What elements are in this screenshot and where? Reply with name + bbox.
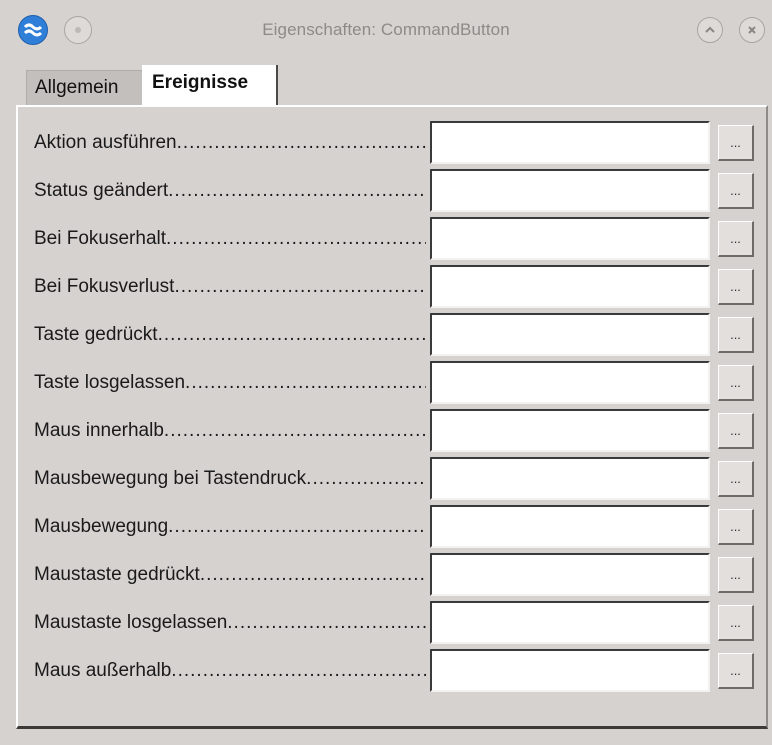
event-label: Taste gedrückt..........................…: [34, 313, 426, 357]
event-label: Bei Fokuserhalt.........................…: [34, 217, 426, 261]
event-label: Status geändert.........................…: [34, 169, 426, 213]
leader-dots: ........................................…: [185, 372, 426, 393]
event-macro-field[interactable]: [430, 649, 710, 692]
event-macro-field[interactable]: [430, 409, 710, 452]
window-title: Eigenschaften: CommandButton: [262, 20, 510, 39]
assign-macro-button[interactable]: ...: [718, 221, 754, 257]
event-label: Maustaste gedrückt......................…: [34, 553, 426, 597]
event-label: Aktion ausführen........................…: [34, 121, 426, 165]
event-row: Maus außerhalb..........................…: [34, 649, 754, 693]
properties-dialog: Eigenschaften: CommandButton Allgemein E…: [0, 0, 772, 745]
event-label-text: Mausbewegung: [34, 516, 169, 537]
leader-dots: ........................................…: [163, 420, 426, 441]
assign-macro-button[interactable]: ...: [718, 653, 754, 689]
leader-dots: ........................................…: [168, 516, 426, 537]
event-label-text: Maustaste losgelassen: [34, 612, 228, 633]
event-row: Taste gedrückt..........................…: [34, 313, 754, 357]
event-label: Maustaste losgelassen...................…: [34, 601, 426, 645]
leader-dots: ........................................…: [171, 660, 426, 681]
event-row: Aktion ausführen........................…: [34, 121, 754, 165]
event-row: Maus innerhalb..........................…: [34, 409, 754, 453]
event-label-text: Bei Fokusverlust: [34, 276, 175, 297]
event-macro-field[interactable]: [430, 169, 710, 212]
assign-macro-button[interactable]: ...: [718, 461, 754, 497]
chevron-up-glyph: [705, 26, 715, 33]
event-label-text: Taste losgelassen: [34, 372, 186, 393]
event-label-text: Maus außerhalb: [34, 660, 172, 681]
event-macro-field[interactable]: [430, 265, 710, 308]
event-label-text: Bei Fokuserhalt: [34, 228, 167, 249]
event-label: Maus innerhalb..........................…: [34, 409, 426, 453]
chevron-up-icon[interactable]: [697, 17, 723, 43]
close-icon[interactable]: [739, 17, 765, 43]
event-macro-field[interactable]: [430, 217, 710, 260]
event-label-text: Maus innerhalb: [34, 420, 164, 441]
event-label: Mausbewegung bei Tastendruck............…: [34, 457, 426, 501]
event-label-text: Taste gedrückt: [34, 324, 158, 345]
event-label: Mausbewegung............................…: [34, 505, 426, 549]
title-bar[interactable]: Eigenschaften: CommandButton: [0, 0, 772, 64]
assign-macro-button[interactable]: ...: [718, 557, 754, 593]
close-glyph: [748, 26, 756, 34]
events-panel: Aktion ausführen........................…: [16, 105, 768, 729]
event-row: Maustaste gedrückt......................…: [34, 553, 754, 597]
leader-dots: ........................................…: [166, 228, 426, 249]
event-row: Bei Fokuserhalt.........................…: [34, 217, 754, 261]
event-row: Mausbewegung............................…: [34, 505, 754, 549]
event-macro-field[interactable]: [430, 457, 710, 500]
leader-dots: ........................................…: [157, 324, 426, 345]
assign-macro-button[interactable]: ...: [718, 317, 754, 353]
event-macro-field[interactable]: [430, 553, 710, 596]
leader-dots: ........................................…: [174, 276, 426, 297]
assign-macro-button[interactable]: ...: [718, 413, 754, 449]
assign-macro-button[interactable]: ...: [718, 269, 754, 305]
event-label-text: Mausbewegung bei Tastendruck: [34, 468, 307, 489]
event-row: Mausbewegung bei Tastendruck............…: [34, 457, 754, 501]
event-macro-field[interactable]: [430, 601, 710, 644]
leader-dots: ........................................…: [168, 180, 426, 201]
leader-dots: ........................................…: [199, 564, 426, 585]
event-row: Maustaste losgelassen...................…: [34, 601, 754, 645]
event-macro-field[interactable]: [430, 505, 710, 548]
event-label: Taste losgelassen.......................…: [34, 361, 426, 405]
event-label-text: Maustaste gedrückt: [34, 564, 200, 585]
event-macro-field[interactable]: [430, 121, 710, 164]
assign-macro-button[interactable]: ...: [718, 365, 754, 401]
event-row: Status geändert.........................…: [34, 169, 754, 213]
leader-dots: ........................................…: [176, 132, 426, 153]
event-label-text: Aktion ausführen: [34, 132, 177, 153]
tab-allgemein[interactable]: Allgemein: [26, 70, 146, 105]
event-label: Bei Fokusverlust........................…: [34, 265, 426, 309]
event-label: Maus außerhalb..........................…: [34, 649, 426, 693]
assign-macro-button[interactable]: ...: [718, 125, 754, 161]
leader-dots: ........................................…: [306, 468, 426, 489]
event-row: Taste losgelassen.......................…: [34, 361, 754, 405]
event-macro-field[interactable]: [430, 361, 710, 404]
assign-macro-button[interactable]: ...: [718, 605, 754, 641]
leader-dots: ........................................…: [227, 612, 426, 633]
event-macro-field[interactable]: [430, 313, 710, 356]
tab-ereignisse[interactable]: Ereignisse: [142, 65, 278, 105]
assign-macro-button[interactable]: ...: [718, 173, 754, 209]
event-row: Bei Fokusverlust........................…: [34, 265, 754, 309]
assign-macro-button[interactable]: ...: [718, 509, 754, 545]
event-label-text: Status geändert: [34, 180, 169, 201]
